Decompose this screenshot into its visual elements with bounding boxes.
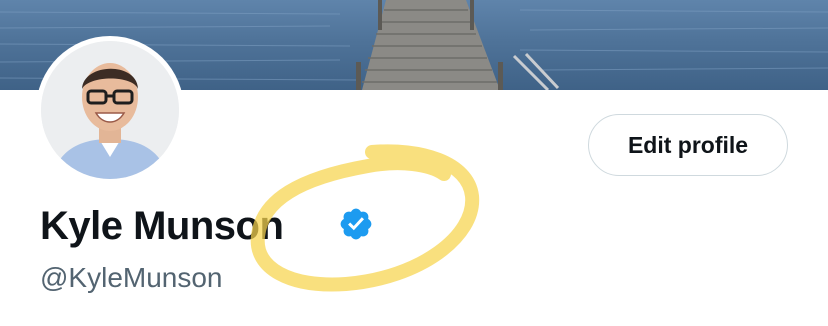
verified-badge-icon[interactable] bbox=[338, 206, 374, 242]
profile-handle: @KyleMunson bbox=[40, 262, 223, 293]
edit-profile-button[interactable]: Edit profile bbox=[588, 114, 788, 176]
avatar bbox=[41, 41, 179, 179]
avatar-frame[interactable] bbox=[36, 36, 184, 184]
display-name: Kyle Munson bbox=[40, 204, 284, 248]
